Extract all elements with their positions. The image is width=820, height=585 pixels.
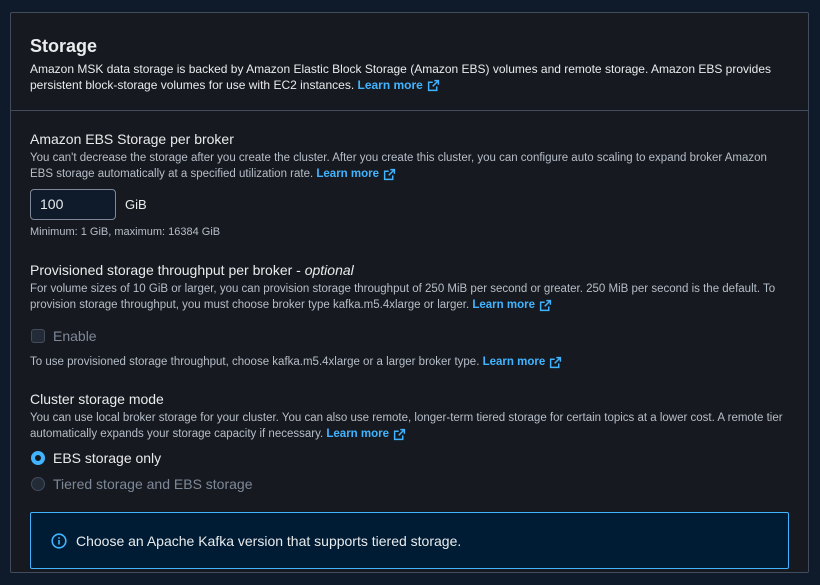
throughput-label-text: Provisioned storage throughput per broke… — [30, 262, 305, 278]
external-link-icon — [393, 428, 406, 440]
ebs-learn-more-label: Learn more — [316, 168, 380, 180]
ebs-storage-constraint: Minimum: 1 GiB, maximum: 16384 GiB — [30, 226, 221, 238]
tiered-storage-info-alert: Choose an Apache Kafka version that supp… — [30, 512, 789, 569]
ebs-storage-section: Amazon EBS Storage per broker You can't … — [30, 130, 789, 240]
storage-mode-label: Cluster storage mode — [30, 391, 164, 407]
ebs-storage-description: You can't decrease the storage after you… — [30, 150, 789, 182]
radio-ebs-only[interactable] — [31, 451, 45, 465]
ebs-storage-label: Amazon EBS Storage per broker — [30, 131, 234, 147]
throughput-description: For volume sizes of 10 GiB or larger, yo… — [30, 281, 789, 313]
storage-learn-more-link[interactable]: Learn more — [358, 77, 440, 93]
storage-mode-description: You can use local broker storage for you… — [30, 410, 789, 442]
throughput-optional-label: optional — [304, 262, 354, 278]
enable-throughput-row: Enable — [30, 326, 789, 346]
external-link-icon — [539, 299, 552, 311]
storage-description: Amazon MSK data storage is backed by Ama… — [30, 61, 789, 93]
enable-throughput-checkbox[interactable] — [31, 329, 45, 343]
throughput-note: To use provisioned storage throughput, c… — [30, 354, 789, 370]
storage-title: Storage — [30, 36, 98, 56]
radio-tiered — [31, 477, 45, 491]
radio-ebs-only-label: EBS storage only — [53, 450, 162, 466]
info-icon — [51, 532, 67, 549]
enable-throughput-label: Enable — [53, 328, 97, 344]
external-link-icon — [383, 168, 396, 180]
throughput-learn-more-link[interactable]: Learn more — [472, 297, 552, 313]
radio-tiered-row: Tiered storage and EBS storage — [30, 474, 789, 494]
ebs-learn-more-link[interactable]: Learn more — [316, 166, 396, 182]
throughput-label: Provisioned storage throughput per broke… — [30, 261, 789, 279]
ebs-storage-input[interactable] — [30, 188, 116, 220]
throughput-description-text: For volume sizes of 10 GiB or larger, yo… — [30, 283, 776, 311]
tiered-storage-alert-text: Choose an Apache Kafka version that supp… — [76, 532, 462, 549]
storage-mode-description-text: You can use local broker storage for you… — [30, 412, 783, 440]
ebs-storage-unit: GiB — [125, 196, 147, 212]
radio-ebs-only-row[interactable]: EBS storage only — [30, 448, 789, 468]
throughput-section: Provisioned storage throughput per broke… — [30, 261, 789, 370]
storage-mode-learn-more-link[interactable]: Learn more — [326, 426, 406, 442]
throughput-note-learn-more-label: Learn more — [482, 356, 546, 368]
external-link-icon — [550, 356, 562, 368]
storage-learn-more-label: Learn more — [357, 78, 423, 92]
throughput-note-learn-more-link[interactable]: Learn more — [483, 354, 563, 370]
ebs-storage-input-row: GiB — [30, 188, 789, 220]
throughput-learn-more-label: Learn more — [472, 299, 535, 311]
storage-panel: Storage Amazon MSK data storage is backe… — [10, 12, 809, 573]
ebs-storage-description-text: You can't decrease the storage after you… — [30, 152, 767, 180]
storage-mode-section: Cluster storage mode You can use local b… — [30, 390, 789, 494]
storage-mode-learn-more-label: Learn more — [326, 428, 390, 440]
storage-header: Storage Amazon MSK data storage is backe… — [11, 13, 808, 111]
storage-body: Amazon EBS Storage per broker You can't … — [11, 111, 808, 569]
external-link-icon — [427, 79, 439, 91]
throughput-note-text: To use provisioned storage throughput, c… — [30, 356, 480, 368]
radio-tiered-label: Tiered storage and EBS storage — [53, 476, 253, 492]
